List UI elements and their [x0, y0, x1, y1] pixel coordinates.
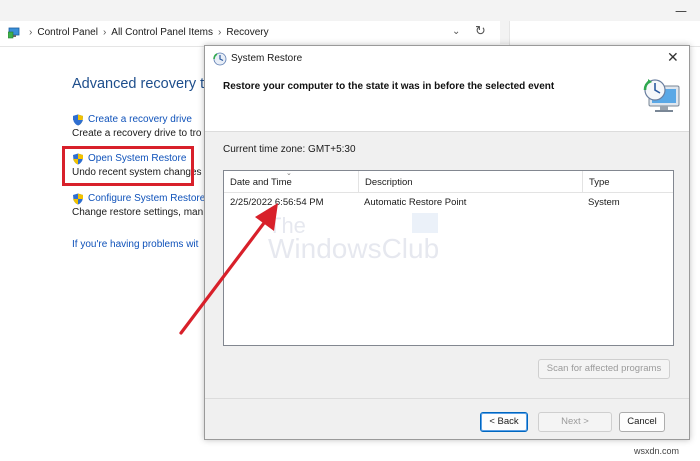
system-restore-dialog: System Restore ✕ Restore your computer t… — [204, 45, 690, 440]
footer-divider — [205, 398, 689, 399]
watermark: The WindowsClub — [268, 213, 468, 273]
chevron-down-icon[interactable]: ⌄ — [452, 26, 460, 37]
back-button[interactable]: < Back — [480, 412, 528, 432]
list-header: ⌄ Date and Time Description Type — [224, 171, 673, 193]
system-restore-large-icon — [643, 79, 680, 112]
column-type[interactable]: Type — [583, 171, 673, 193]
chevron-right-icon: › — [29, 27, 33, 38]
refresh-icon[interactable]: ↻ — [475, 24, 486, 39]
next-button[interactable]: Next > — [538, 412, 612, 432]
column-label: Date and Time — [230, 177, 292, 188]
column-date-time[interactable]: ⌄ Date and Time — [224, 171, 359, 193]
shield-icon — [73, 193, 83, 205]
system-restore-icon — [213, 52, 227, 66]
column-label: Description — [365, 177, 413, 188]
page-title: Advanced recovery too — [72, 76, 221, 92]
restore-point-list[interactable]: ⌄ Date and Time Description Type 2/25/202… — [223, 170, 674, 346]
control-panel-icon — [8, 27, 20, 39]
breadcrumb-all-items[interactable]: All Control Panel Items — [111, 27, 213, 38]
credit-text: wsxdn.com — [634, 446, 680, 456]
create-recovery-drive-link[interactable]: Create a recovery drive — [88, 114, 192, 125]
shield-icon — [73, 114, 83, 126]
help-link[interactable]: If you're having problems wit — [72, 239, 198, 250]
row-date: 2/25/2022 6:56:54 PM — [230, 197, 324, 208]
sort-caret-icon: ⌄ — [286, 170, 292, 177]
close-icon[interactable]: ✕ — [667, 50, 679, 66]
watermark-line1: The — [268, 213, 306, 238]
breadcrumb-control-panel[interactable]: Control Panel — [37, 27, 98, 38]
row-type: System — [588, 197, 620, 208]
minimize-icon[interactable]: — — [675, 4, 687, 18]
scan-affected-programs-button[interactable]: Scan for affected programs — [538, 359, 670, 379]
column-description[interactable]: Description — [359, 171, 583, 193]
row-description: Automatic Restore Point — [364, 197, 467, 208]
dialog-title: System Restore — [231, 53, 303, 64]
configure-system-restore-link[interactable]: Configure System Restore — [88, 193, 205, 204]
chevron-right-icon: › — [102, 27, 107, 38]
breadcrumb-recovery[interactable]: Recovery — [226, 27, 268, 38]
timezone-label: Current time zone: GMT+5:30 — [223, 144, 356, 155]
configure-system-restore-desc: Change restore settings, man — [72, 207, 204, 218]
dialog-heading: Restore your computer to the state it wa… — [223, 81, 555, 92]
table-row[interactable]: 2/25/2022 6:56:54 PM Automatic Restore P… — [224, 194, 673, 210]
watermark-line2: WindowsClub — [268, 233, 440, 264]
chevron-right-icon: › — [218, 27, 222, 38]
search-input[interactable] — [509, 21, 700, 47]
breadcrumb: › Control Panel › All Control Panel Items › R… — [24, 27, 269, 38]
watermark-logo-icon — [412, 213, 438, 233]
highlight-box — [62, 146, 194, 186]
cancel-button[interactable]: Cancel — [619, 412, 665, 432]
create-recovery-drive-desc: Create a recovery drive to tro — [72, 128, 202, 139]
column-label: Type — [589, 177, 610, 188]
